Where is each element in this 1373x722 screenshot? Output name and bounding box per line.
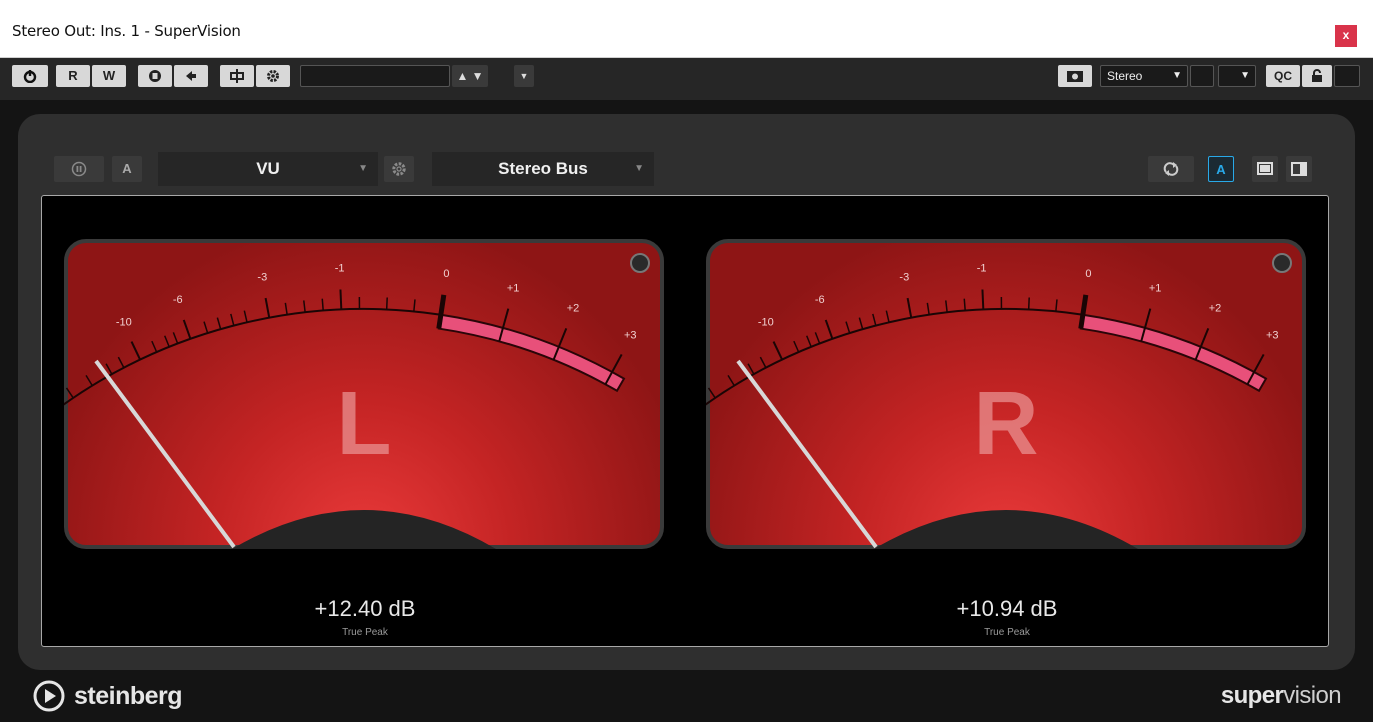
- scale-label: -10: [758, 316, 774, 328]
- split-view-button[interactable]: [1286, 156, 1312, 182]
- scale-minor-tick: [385, 297, 388, 310]
- scale-label: +3: [624, 330, 637, 342]
- io-extra-select[interactable]: ▼: [1218, 65, 1256, 87]
- bypass-button[interactable]: [138, 65, 172, 87]
- scale-label: -6: [173, 294, 183, 306]
- chevron-down-icon: ▼: [1172, 70, 1182, 81]
- scale-label: +2: [567, 303, 580, 315]
- window-titlebar: Stereo Out: Ins. 1 - SuperVision x: [0, 0, 1373, 58]
- chevron-down-icon: ▼: [358, 163, 368, 174]
- read-automation-button[interactable]: R: [56, 65, 90, 87]
- extra-toolbar-slot[interactable]: [1334, 65, 1360, 87]
- single-view-button[interactable]: [1252, 156, 1278, 182]
- scale-minor-tick: [1027, 297, 1030, 310]
- channel-label: R: [974, 374, 1039, 474]
- meter-display: -20-10-6-3-10+1+2+3 L -20-10-6-3-10+1+2+…: [41, 195, 1329, 647]
- plugin-window: A VU ▼ Stereo Bus ▼ A -10 -6 -3 -1 0 +1 …: [0, 100, 1373, 722]
- preset-select[interactable]: Stereo Bus ▼: [432, 152, 654, 186]
- routing-icon: [230, 69, 244, 83]
- true-peak-readout-left: +12.40 dB: [314, 596, 416, 621]
- preset-menu-button[interactable]: ▼: [514, 65, 534, 87]
- scale-label: 0: [1085, 268, 1091, 280]
- qc-button[interactable]: QC: [1266, 65, 1300, 87]
- close-button[interactable]: x: [1335, 25, 1357, 47]
- preset-up-icon[interactable]: ▲: [456, 69, 468, 83]
- camera-icon: [1067, 71, 1083, 82]
- sidechain-button[interactable]: [174, 65, 208, 87]
- steinberg-play-icon: [33, 680, 65, 712]
- scale-label: +2: [1209, 303, 1222, 315]
- ab-a-button[interactable]: A: [112, 156, 142, 182]
- snapshot-button[interactable]: [1058, 65, 1092, 87]
- ab-toggle-button[interactable]: A: [1208, 156, 1234, 182]
- scale-minor-tick: [321, 298, 324, 311]
- steinberg-logo: steinberg: [32, 678, 183, 714]
- lock-button[interactable]: [1302, 65, 1332, 87]
- scale-label: -1: [977, 263, 987, 275]
- io-config-select[interactable]: Stereo ▼: [1100, 65, 1188, 87]
- peak-indicator-light: [630, 253, 650, 273]
- supervision-wordmark-light: vision: [1283, 682, 1341, 709]
- preset-down-icon[interactable]: ▼: [472, 69, 484, 83]
- write-automation-button[interactable]: W: [92, 65, 126, 87]
- arrow-left-icon: [186, 71, 196, 81]
- lock-icon: [1312, 69, 1322, 82]
- scale-major-tick: [981, 289, 985, 310]
- pause-button[interactable]: [54, 156, 104, 182]
- host-toolbar: R W ▲ ▼ ▼ Stereo ▼ ▼ QC: [0, 58, 1373, 100]
- routing-button[interactable]: [220, 65, 254, 87]
- scale-label: -6: [815, 294, 825, 306]
- chevron-down-icon: ▼: [634, 163, 644, 174]
- scale-label: -10: [116, 316, 132, 328]
- module-select-value: VU: [256, 159, 280, 178]
- chevron-down-icon: ▼: [1240, 70, 1250, 81]
- power-button[interactable]: [12, 65, 48, 87]
- scale-label: +1: [507, 282, 520, 294]
- window-title: Stereo Out: Ins. 1 - SuperVision: [12, 22, 241, 40]
- preset-prev-next-buttons[interactable]: ▲ ▼: [452, 65, 488, 87]
- chevron-down-icon: ▼: [519, 71, 529, 81]
- scale-label: -3: [257, 271, 267, 283]
- power-icon: [23, 70, 37, 84]
- plugin-header: A VU ▼ Stereo Bus ▼ A: [54, 150, 1324, 186]
- pause-icon: [71, 161, 87, 177]
- io-config-value: Stereo: [1107, 69, 1143, 83]
- gear-icon: [392, 162, 406, 176]
- channel-label: L: [337, 374, 392, 474]
- scale-label: 0: [443, 268, 449, 280]
- scale-label: +3: [1266, 330, 1279, 342]
- supervision-wordmark-bold: super: [1220, 682, 1284, 709]
- split-panel-icon: [1291, 162, 1307, 176]
- vu-meter-left: -20-10-6-3-10+1+2+3 L: [64, 239, 664, 549]
- monitor-icon: [1257, 162, 1273, 175]
- steinberg-wordmark: steinberg: [74, 681, 183, 710]
- preset-select-value: Stereo Bus: [498, 159, 588, 178]
- supervision-wordmark: supervision: [1220, 682, 1342, 710]
- scale-label: -1: [335, 263, 345, 275]
- scale-label: +1: [1149, 282, 1162, 294]
- preset-name-field[interactable]: [300, 65, 450, 87]
- bypass-icon: [149, 70, 161, 82]
- scale-minor-tick: [963, 298, 966, 311]
- sync-button[interactable]: [1148, 156, 1194, 182]
- module-settings-button[interactable]: [384, 156, 414, 182]
- scale-label: -3: [899, 271, 909, 283]
- scale-major-tick: [339, 289, 343, 310]
- peak-indicator-light: [1272, 253, 1292, 273]
- true-peak-caption-right: True Peak: [984, 627, 1030, 638]
- true-peak-readout-right: +10.94 dB: [956, 596, 1058, 621]
- io-extra-field[interactable]: [1190, 65, 1214, 87]
- true-peak-caption-left: True Peak: [342, 627, 388, 638]
- sync-icon: [1163, 162, 1179, 176]
- settings-button[interactable]: [256, 65, 290, 87]
- module-select[interactable]: VU ▼: [158, 152, 378, 186]
- gear-icon: [267, 70, 279, 82]
- vu-meter-right: -20-10-6-3-10+1+2+3 R: [706, 239, 1306, 549]
